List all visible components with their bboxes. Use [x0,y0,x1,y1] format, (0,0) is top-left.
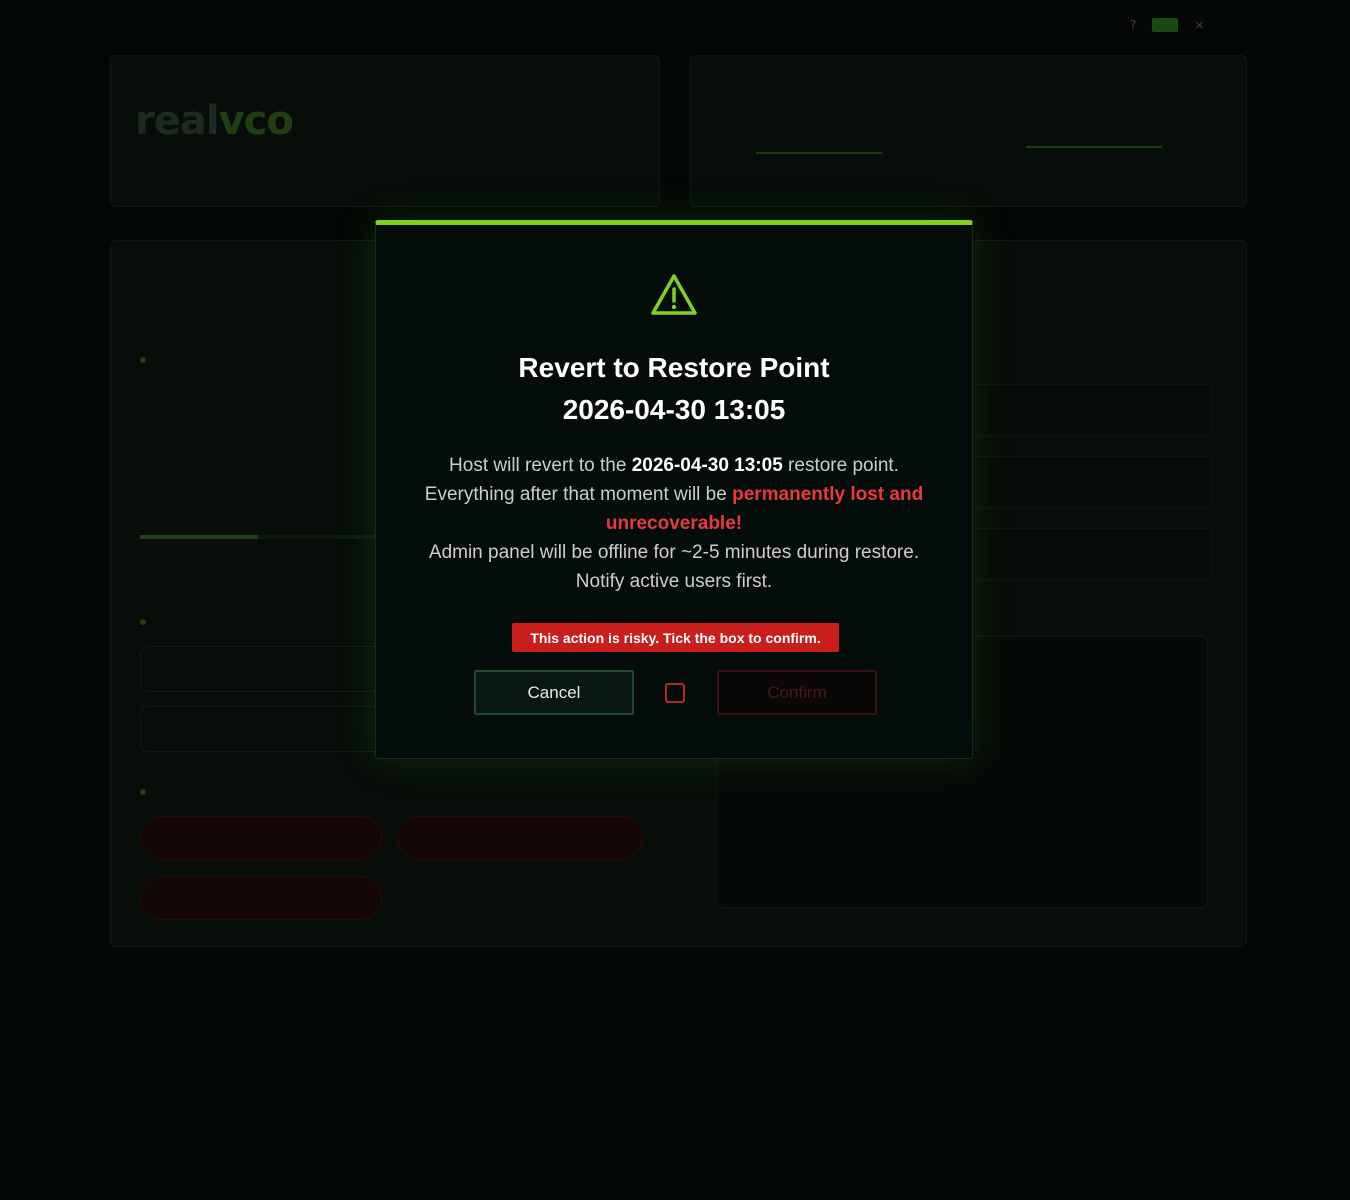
bg-button-1 [140,646,382,692]
restore-confirm-modal: Revert to Restore Point 2026-04-30 13:05… [375,220,973,759]
help-icon: ? [1130,18,1137,32]
modal-title-timestamp: 2026-04-30 13:05 [562,394,786,425]
graph-line-1 [756,152,882,154]
body-text: restore point. [782,455,899,476]
cancel-button[interactable]: Cancel [474,670,634,715]
modal-title: Revert to Restore Point [518,352,830,383]
section-title-2 [140,614,154,628]
body-line-4: Notify active users first. [575,571,773,592]
close-icon: × [1194,18,1205,32]
body-line-2: Everything after that moment will be per… [406,480,942,538]
language-flag-icon [1152,18,1179,32]
danger-button-1 [140,816,382,860]
section-title-3 [140,784,154,798]
bg-button-2 [140,706,382,752]
modal-body: Host will revert to the 2026-04-30 13:05… [406,451,942,596]
logo: realvco [135,98,294,144]
graphs-card [690,55,1247,207]
danger-button-2 [397,816,643,860]
body-line-3: Admin panel will be offline for ~2-5 min… [428,542,920,563]
section-title-1 [140,352,154,366]
body-line-1: Host will revert to the 2026-04-30 13:05… [406,451,942,480]
danger-button-3 [140,876,382,920]
graph-line-2 [1026,146,1162,148]
storage-bar-fill [140,535,258,539]
confirm-button[interactable]: Confirm [717,670,877,715]
risk-notice-badge: This action is risky. Tick the box to co… [512,623,839,652]
confirm-checkbox[interactable] [665,683,685,703]
body-text: Host will revert to the [449,455,632,476]
warning-icon [651,274,697,315]
restore-point-timestamp: 2026-04-30 13:05 [631,455,783,476]
top-icons: ? × [1130,18,1204,32]
body-text: Everything after that moment will be [424,484,733,505]
